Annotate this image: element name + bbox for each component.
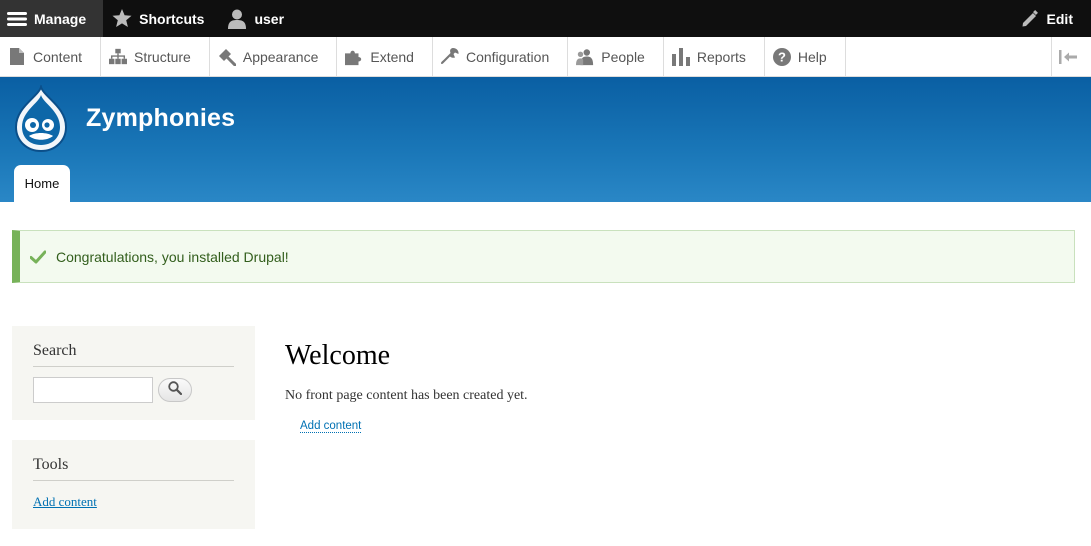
svg-text:?: ?	[778, 49, 786, 64]
tray-item-content[interactable]: Content	[0, 37, 102, 76]
admin-menu-tray: Content Structure Appearance Extend Conf…	[0, 37, 1091, 77]
manage-label: Manage	[34, 10, 87, 27]
checkmark-icon	[30, 249, 46, 265]
sitemap-icon	[109, 48, 128, 66]
tray-label-content: Content	[33, 48, 83, 65]
tab-home[interactable]: Home	[14, 165, 70, 202]
tray-label-extend: Extend	[370, 48, 414, 65]
paintbrush-icon	[218, 48, 236, 66]
add-content-link[interactable]: Add content	[300, 420, 362, 433]
menu-icon	[6, 9, 28, 29]
search-block-title: Search	[33, 342, 234, 367]
search-button[interactable]	[158, 378, 192, 402]
search-icon	[168, 380, 183, 400]
status-message: Congratulations, you installed Drupal!	[12, 230, 1075, 283]
edit-label: Edit	[1046, 10, 1073, 27]
status-text: Congratulations, you installed Drupal!	[56, 248, 289, 265]
tray-item-configuration[interactable]: Configuration	[433, 37, 569, 76]
tray-label-appearance: Appearance	[242, 48, 319, 65]
help-icon: ?	[772, 47, 791, 66]
people-icon	[576, 48, 594, 66]
tools-block: Tools Add content	[12, 440, 255, 529]
site-header: Zymphonies Home	[0, 77, 1091, 202]
user-button[interactable]: user	[218, 0, 298, 37]
tray-item-structure[interactable]: Structure	[101, 37, 210, 76]
page-title: Welcome	[285, 340, 391, 371]
site-name[interactable]: Zymphonies	[86, 104, 235, 133]
tray-label-structure: Structure	[134, 48, 191, 65]
tray-label-people: People	[601, 48, 645, 65]
file-icon	[8, 48, 26, 66]
tools-add-content-link[interactable]: Add content	[33, 494, 97, 510]
bar-chart-icon	[671, 47, 690, 66]
tray-label-reports: Reports	[696, 48, 746, 65]
tray-orientation-toggle[interactable]	[1051, 37, 1091, 76]
star-icon	[111, 9, 133, 29]
pencil-icon	[1019, 9, 1041, 29]
wrench-icon	[440, 47, 459, 66]
edit-button[interactable]: Edit	[1011, 0, 1091, 37]
collapse-icon	[1059, 48, 1077, 66]
tray-item-appearance[interactable]: Appearance	[210, 37, 338, 76]
tray-item-extend[interactable]: Extend	[337, 37, 433, 76]
tray-label-configuration: Configuration	[465, 48, 550, 65]
admin-toolbar: Manage Shortcuts user Edit	[0, 0, 1091, 37]
tray-item-people[interactable]: People	[568, 37, 664, 76]
search-form	[33, 377, 234, 403]
search-input[interactable]	[33, 377, 153, 403]
tools-block-title: Tools	[33, 456, 234, 481]
tray-label-help: Help	[797, 48, 827, 65]
puzzle-icon	[345, 48, 363, 66]
user-icon	[226, 9, 248, 29]
drupal-logo[interactable]	[10, 83, 72, 153]
search-block: Search	[12, 326, 255, 420]
tray-item-reports[interactable]: Reports	[664, 37, 765, 76]
shortcuts-button[interactable]: Shortcuts	[103, 0, 218, 37]
tray-item-help[interactable]: ? Help	[765, 37, 846, 76]
user-label: user	[254, 10, 285, 27]
empty-front-page-text: No front page content has been created y…	[285, 388, 528, 403]
manage-button[interactable]: Manage	[0, 0, 104, 37]
shortcuts-label: Shortcuts	[139, 10, 205, 27]
